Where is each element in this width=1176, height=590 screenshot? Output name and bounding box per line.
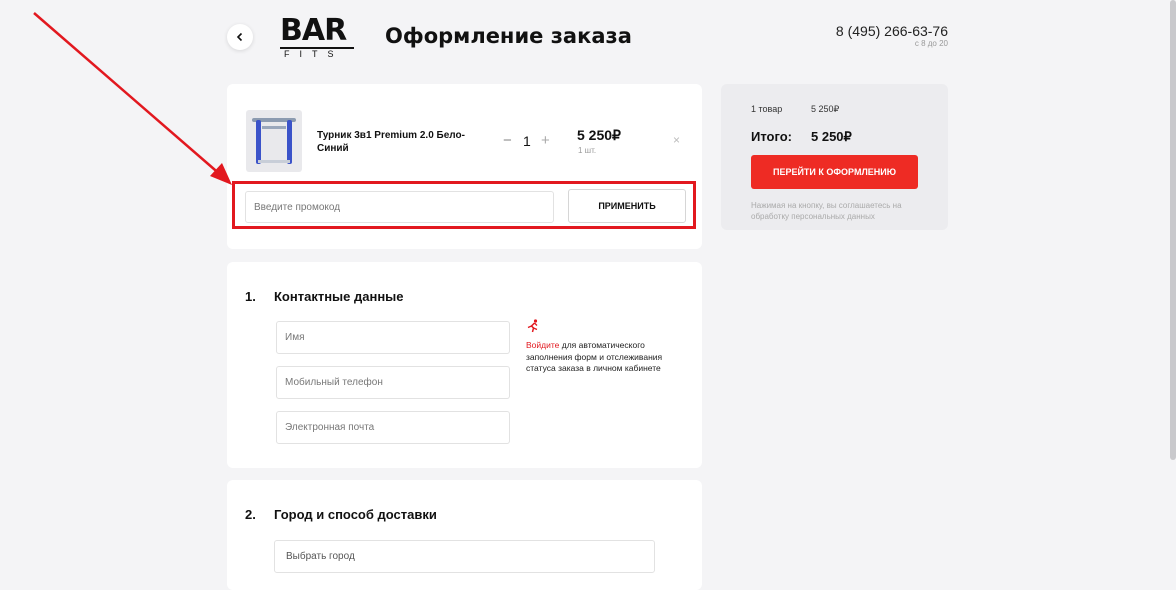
email-field[interactable]: Электронная почта xyxy=(276,411,510,444)
phone-number[interactable]: 8 (495) 266-63-76 xyxy=(836,23,948,39)
mobile-phone-field[interactable]: Мобильный телефон xyxy=(276,366,510,399)
checkout-button[interactable]: ПЕРЕЙТИ К ОФОРМЛЕНИЮ xyxy=(751,155,918,189)
city-select[interactable]: Выбрать город xyxy=(274,540,655,573)
summary-subtotal: 5 250₽ xyxy=(811,104,840,114)
summary-total-value: 5 250₽ xyxy=(811,129,852,144)
section-title: Контактные данные xyxy=(274,289,404,304)
working-hours: с 8 до 20 xyxy=(914,39,948,48)
apply-promo-button[interactable]: ПРИМЕНИТЬ xyxy=(568,189,686,223)
back-button[interactable] xyxy=(227,24,253,50)
login-hint: Войдите для автоматического заполнения ф… xyxy=(526,340,666,375)
product-name[interactable]: Турник 3в1 Premium 2.0 Бело-Синий xyxy=(317,129,492,155)
name-field[interactable]: Имя xyxy=(276,321,510,354)
item-unit: 1 шт. xyxy=(578,146,597,155)
summary-total-label: Итого: xyxy=(751,129,792,144)
qty-increase-button[interactable]: + xyxy=(541,132,550,149)
item-price: 5 250₽ xyxy=(577,127,621,143)
page-title: Оформление заказа xyxy=(385,24,632,48)
qty-decrease-button[interactable]: − xyxy=(503,132,512,149)
login-link[interactable]: Войдите xyxy=(526,340,559,350)
chevron-left-icon xyxy=(236,32,243,42)
logo[interactable]: BAR FITS xyxy=(280,13,358,59)
contacts-section: 1. Контактные данные Имя Мобильный телеф… xyxy=(227,262,702,468)
section-number: 2. xyxy=(245,507,256,522)
pullup-bar-image xyxy=(252,118,296,164)
summary-item-count: 1 товар xyxy=(751,104,783,114)
remove-item-button[interactable]: × xyxy=(673,133,680,147)
product-image[interactable] xyxy=(246,110,302,172)
section-title: Город и способ доставки xyxy=(274,507,437,522)
section-number: 1. xyxy=(245,289,256,304)
consent-text: Нажимая на кнопку, вы соглашаетесь на об… xyxy=(751,201,902,221)
cart-card: Турник 3в1 Premium 2.0 Бело-Синий − 1 + … xyxy=(227,84,702,249)
qty-value: 1 xyxy=(523,133,531,149)
logo-subtext: FITS xyxy=(280,47,354,59)
running-person-icon xyxy=(527,319,538,333)
scrollbar[interactable] xyxy=(1170,0,1176,460)
logo-wordmark: BAR xyxy=(280,13,347,48)
promo-code-input[interactable] xyxy=(245,191,554,223)
order-summary: 1 товар 5 250₽ Итого: 5 250₽ ПЕРЕЙТИ К О… xyxy=(721,84,948,230)
